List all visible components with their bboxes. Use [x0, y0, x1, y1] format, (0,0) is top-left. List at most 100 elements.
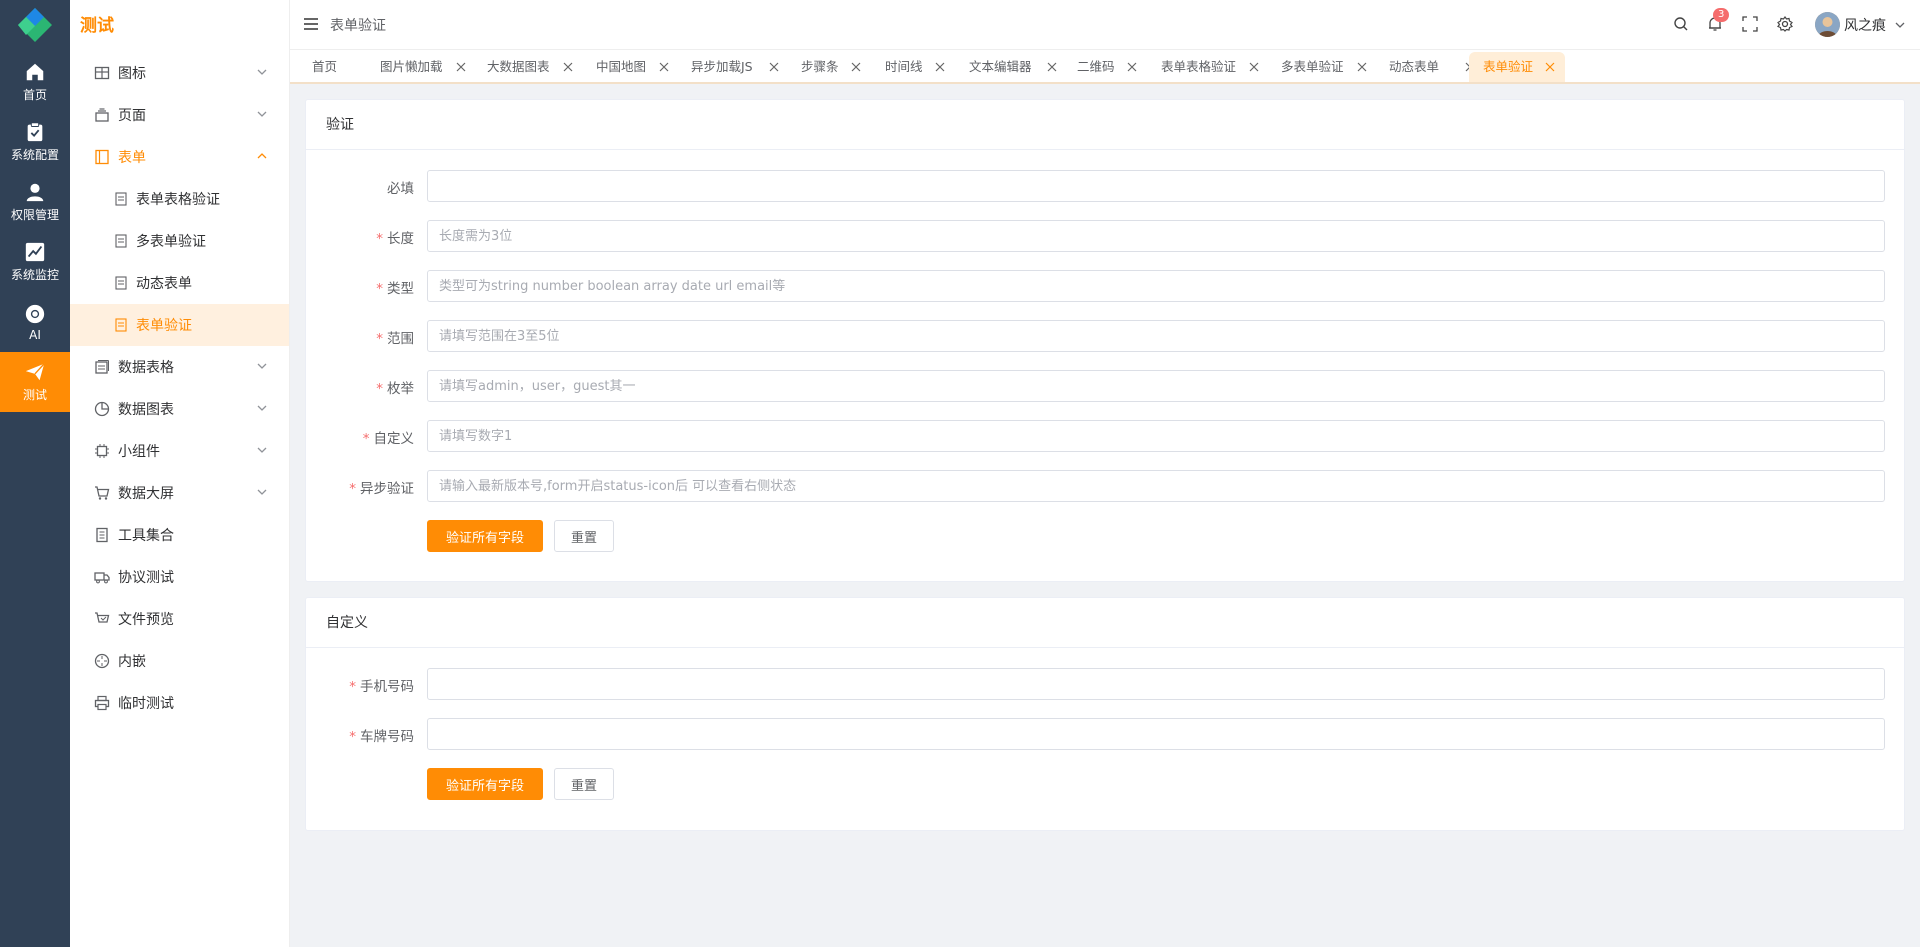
sidebar-item-forms[interactable]: 表单 — [70, 136, 289, 178]
app-rail: 首页 系统配置 权限管理 系统监控 AI 测试 — [0, 0, 70, 947]
close-icon[interactable] — [1047, 62, 1057, 72]
required-input[interactable] — [427, 170, 1885, 202]
tab-steps[interactable]: 步骤条 — [787, 52, 871, 82]
settings-icon[interactable] — [1777, 16, 1793, 32]
sidebar-item-form-validation[interactable]: 表单验证 — [70, 304, 289, 346]
range-input[interactable] — [427, 320, 1885, 352]
card-title: 验证 — [306, 100, 1904, 150]
sidebar-item-icons[interactable]: 图标 — [70, 52, 289, 94]
app-logo-icon[interactable] — [17, 7, 53, 43]
async-version-input[interactable] — [427, 470, 1885, 502]
license-plate-input[interactable] — [427, 718, 1885, 750]
tab-form-table-validation[interactable]: 表单表格验证 — [1147, 52, 1269, 82]
cart-icon — [95, 486, 110, 500]
sidebar-item-form-table-validation[interactable]: 表单表格验证 — [70, 178, 289, 220]
required-asterisk: * — [349, 729, 356, 745]
field-label: 必填 — [387, 177, 414, 197]
close-icon[interactable] — [851, 62, 861, 72]
tab-home[interactable]: 首页 — [298, 52, 340, 82]
validate-all-button[interactable]: 验证所有字段 — [427, 768, 543, 800]
field-label: * 范围 — [376, 327, 414, 347]
tab-text-editor[interactable]: 文本编辑器 — [955, 52, 1067, 82]
chevron-down-icon — [257, 447, 267, 453]
custom-input[interactable] — [427, 420, 1885, 452]
layers-icon — [95, 108, 109, 122]
sidebar-item-data-screen[interactable]: 数据大屏 — [70, 472, 289, 514]
phone-input[interactable] — [427, 668, 1885, 700]
close-icon[interactable] — [456, 62, 466, 72]
grid-icon — [94, 66, 110, 80]
tab-multi-form-validation[interactable]: 多表单验证 — [1267, 52, 1377, 82]
field-label: * 车牌号码 — [349, 725, 414, 745]
notebook-icon — [96, 527, 108, 543]
field-label-text: 自定义 — [373, 431, 415, 447]
enum-input[interactable] — [427, 370, 1885, 402]
sidebar-item-pages[interactable]: 页面 — [70, 94, 289, 136]
sidebar-item-file-preview[interactable]: 文件预览 — [70, 598, 289, 640]
compass-icon — [94, 653, 110, 669]
field-label-text: 必填 — [387, 181, 414, 197]
tab-china-map[interactable]: 中国地图 — [582, 52, 679, 82]
tab-async-js[interactable]: 异步加载JS — [677, 52, 789, 82]
close-icon[interactable] — [935, 62, 945, 72]
length-input[interactable] — [427, 220, 1885, 252]
avatar[interactable] — [1815, 12, 1840, 37]
close-icon[interactable] — [1357, 62, 1367, 72]
tab-timeline[interactable]: 时间线 — [871, 52, 955, 82]
tab-big-data-chart[interactable]: 大数据图表 — [473, 52, 583, 82]
sidebar-item-tools[interactable]: 工具集合 — [70, 514, 289, 556]
rail-item-label: 系统监控 — [10, 268, 59, 282]
sidebar-item-protocol-test[interactable]: 协议测试 — [70, 556, 289, 598]
sidebar-item-data-table[interactable]: 数据表格 — [70, 346, 289, 388]
type-input[interactable] — [427, 270, 1885, 302]
close-icon[interactable] — [563, 62, 573, 72]
sidebar-item-label: 协议测试 — [118, 570, 174, 586]
document-icon — [115, 276, 127, 290]
rail-item-system-config[interactable]: 系统配置 — [0, 112, 70, 172]
rail-item-monitor[interactable]: 系统监控 — [0, 232, 70, 292]
sidebar-item-data-chart[interactable]: 数据图表 — [70, 388, 289, 430]
tab-form-validation[interactable]: 表单验证 — [1469, 52, 1565, 82]
reset-button[interactable]: 重置 — [554, 520, 614, 552]
close-icon[interactable] — [659, 62, 669, 72]
sidebar-item-multi-form-validation[interactable]: 多表单验证 — [70, 220, 289, 262]
rail-item-home[interactable]: 首页 — [0, 52, 70, 112]
required-asterisk: * — [376, 381, 383, 397]
tabs-bar: 首页 图片懒加载 大数据图表 中国地图 异步加载JS 步骤条 时间线 文本编辑器… — [290, 50, 1920, 84]
chevron-down-icon — [257, 405, 267, 411]
fullscreen-icon[interactable] — [1742, 16, 1758, 32]
form-row-phone: * 手机号码 — [306, 668, 1904, 700]
chevron-down-icon[interactable] — [1895, 20, 1905, 30]
sidebar: 测试 图标 页面 表单 表单表格验证 多表单验证 动态表单 表单验证 数据表格 … — [70, 0, 290, 947]
rail-item-permissions[interactable]: 权限管理 — [0, 172, 70, 232]
document-icon — [115, 318, 127, 332]
field-label-text: 长度 — [387, 231, 414, 247]
rail-item-test[interactable]: 测试 — [0, 352, 70, 412]
tab-image-lazyload[interactable]: 图片懒加载 — [366, 52, 476, 82]
rail-item-ai[interactable]: AI — [0, 292, 70, 352]
sidebar-item-temp-test[interactable]: 临时测试 — [70, 682, 289, 724]
sidebar-item-embed[interactable]: 内嵌 — [70, 640, 289, 682]
close-icon[interactable] — [1249, 62, 1259, 72]
close-icon[interactable] — [1545, 62, 1555, 72]
sidebar-item-label: 多表单验证 — [136, 234, 206, 250]
sidebar-item-label: 内嵌 — [118, 654, 146, 670]
search-icon[interactable] — [1673, 16, 1689, 32]
validation-card: 验证 必填 *长度 *类型 *范围 *枚举 *自定义 *异步验证 验证所有字段 … — [305, 99, 1905, 582]
field-label: * 异步验证 — [349, 477, 414, 497]
close-icon[interactable] — [1127, 62, 1137, 72]
tab-qrcode[interactable]: 二维码 — [1063, 52, 1147, 82]
rail-item-label: 系统配置 — [10, 148, 59, 162]
sidebar-item-dynamic-form[interactable]: 动态表单 — [70, 262, 289, 304]
sidebar-item-widgets[interactable]: 小组件 — [70, 430, 289, 472]
close-icon[interactable] — [769, 62, 779, 72]
truck-icon — [94, 572, 110, 584]
validate-all-button[interactable]: 验证所有字段 — [427, 520, 543, 552]
username[interactable]: 风之痕 — [1844, 15, 1886, 35]
tab-label: 中国地图 — [596, 59, 647, 74]
chart-icon — [25, 242, 45, 262]
field-label-text: 车牌号码 — [360, 729, 414, 745]
reset-button[interactable]: 重置 — [554, 768, 614, 800]
menu-toggle-icon[interactable] — [304, 17, 318, 31]
custom-card: 自定义 * 手机号码 * 车牌号码 验证所有字段 重置 — [305, 597, 1905, 831]
